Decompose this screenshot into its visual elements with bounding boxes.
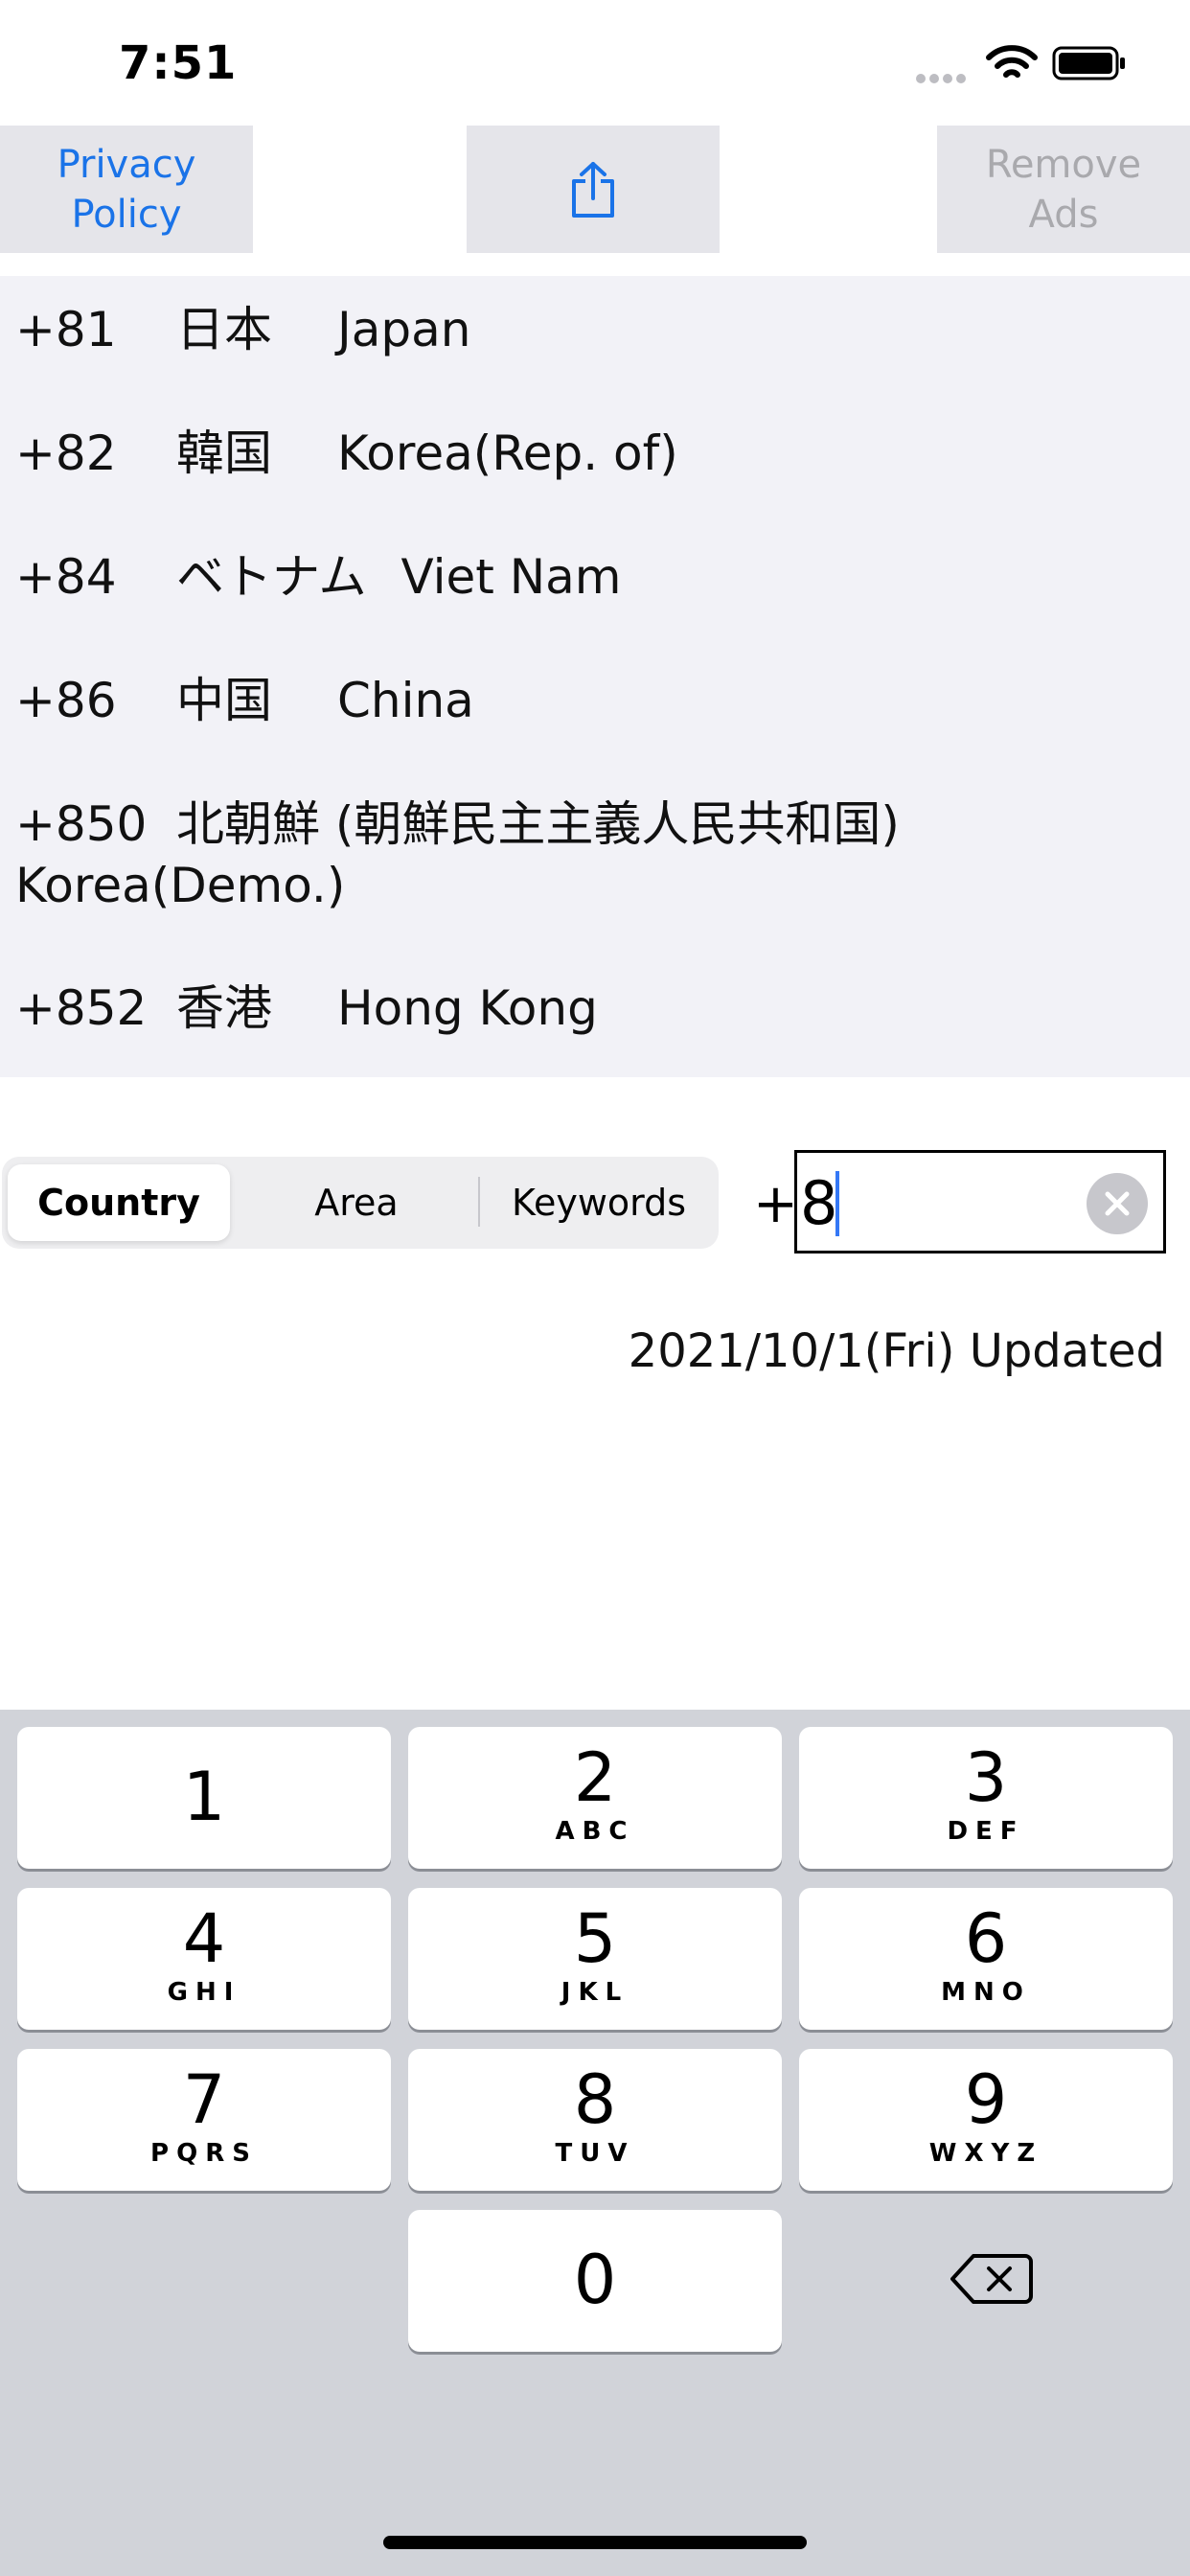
list-item[interactable]: +84 ベトナム Viet Nam [15, 546, 622, 608]
key-digit: 1 [182, 1758, 226, 1836]
key-5[interactable]: 5 JKL [408, 1888, 782, 2030]
key-6[interactable]: 6 MNO [799, 1888, 1173, 2030]
list-item[interactable]: +850 北朝鮮 (朝鮮民主主義人民共和国) Korea(Demo.) [15, 794, 1165, 916]
segment-keywords[interactable]: Keywords [484, 1179, 714, 1227]
key-digit: 7 [182, 2060, 226, 2139]
backspace-icon[interactable] [949, 2250, 1035, 2308]
country-code: +84 [15, 549, 117, 605]
key-digit: 2 [573, 1738, 617, 1817]
key-4[interactable]: 4 GHI [17, 1888, 391, 2030]
signal-dots-icon [916, 69, 970, 83]
native-name: 北朝鮮 (朝鮮民主主義人民共和国) [176, 796, 900, 852]
segment-divider [478, 1177, 480, 1227]
privacy-policy-button[interactable]: Privacy Policy [0, 126, 253, 253]
key-digit: 0 [573, 2241, 617, 2319]
country-code: +81 [15, 302, 117, 357]
list-item[interactable]: +852 香港 Hong Kong [15, 978, 598, 1039]
key-1[interactable]: 1 [17, 1727, 391, 1869]
numeric-keypad: 1 2 ABC 3 DEF 4 GHI 5 JKL 6 MNO 7 PQRS 8… [0, 1710, 1190, 2576]
key-digit: 9 [964, 2060, 1008, 2139]
remove-ads-button[interactable]: Remove Ads [937, 126, 1190, 253]
key-letters: TUV [555, 2139, 635, 2168]
country-code: +852 [15, 980, 148, 1036]
wifi-icon [986, 45, 1038, 78]
key-letters: PQRS [150, 2139, 258, 2168]
key-letters: GHI [167, 1978, 241, 2007]
home-indicator [383, 2536, 807, 2549]
native-name: 韓国 [176, 426, 272, 481]
key-8[interactable]: 8 TUV [408, 2049, 782, 2191]
privacy-label-line2: Policy [71, 192, 182, 237]
list-item[interactable]: +86 中国 China [15, 670, 474, 731]
native-name: 中国 [176, 673, 272, 728]
close-icon [1105, 1191, 1130, 1216]
remove-label-line1: Remove [985, 142, 1142, 187]
native-name: ベトナム [176, 549, 367, 605]
country-code-list[interactable]: +81 日本 Japan +82 韓国 Korea(Rep. of) +84 ベトナム Vi… [0, 276, 1190, 1077]
privacy-label-line1: Privacy [57, 142, 196, 187]
english-name: Hong Kong [337, 980, 598, 1036]
clear-text-button[interactable] [1087, 1173, 1148, 1234]
country-code: +82 [15, 426, 117, 481]
key-digit: 3 [964, 1738, 1008, 1817]
english-name: China [337, 673, 474, 728]
key-digit: 4 [182, 1899, 226, 1978]
share-icon [572, 161, 614, 218]
text-caret [835, 1171, 839, 1236]
country-code: +850 [15, 796, 148, 852]
key-digit: 5 [573, 1899, 617, 1978]
key-digit: 8 [573, 2060, 617, 2139]
country-code: +86 [15, 673, 117, 728]
share-button[interactable] [467, 126, 720, 253]
english-name: Viet Nam [400, 549, 622, 605]
native-name: 日本 [176, 302, 272, 357]
status-time: 7:51 [119, 36, 238, 90]
key-digit: 6 [964, 1899, 1008, 1978]
list-item[interactable]: +82 韓国 Korea(Rep. of) [15, 423, 678, 484]
code-search-value[interactable]: 8 [800, 1171, 837, 1236]
key-7[interactable]: 7 PQRS [17, 2049, 391, 2191]
key-letters: ABC [555, 1817, 635, 1846]
key-3[interactable]: 3 DEF [799, 1727, 1173, 1869]
key-0[interactable]: 0 [408, 2210, 782, 2352]
key-letters: DEF [947, 1817, 1025, 1846]
key-letters: MNO [941, 1978, 1031, 2007]
key-2[interactable]: 2 ABC [408, 1727, 782, 1869]
battery-icon [1052, 46, 1125, 80]
native-name: 香港 [176, 980, 272, 1036]
key-letters: JKL [561, 1978, 629, 2007]
key-9[interactable]: 9 WXYZ [799, 2049, 1173, 2191]
updated-date: 2021/10/1(Fri) Updated [628, 1324, 1165, 1378]
segment-country[interactable]: Country [8, 1179, 230, 1227]
english-name: Korea(Rep. of) [337, 426, 678, 481]
english-name: Korea(Demo.) [15, 858, 346, 913]
plus-prefix: + [753, 1173, 798, 1235]
segment-area[interactable]: Area [241, 1179, 471, 1227]
key-letters: WXYZ [928, 2139, 1043, 2168]
english-name: Japan [337, 302, 471, 357]
list-item[interactable]: +81 日本 Japan [15, 299, 470, 360]
remove-label-line2: Ads [1028, 192, 1099, 237]
